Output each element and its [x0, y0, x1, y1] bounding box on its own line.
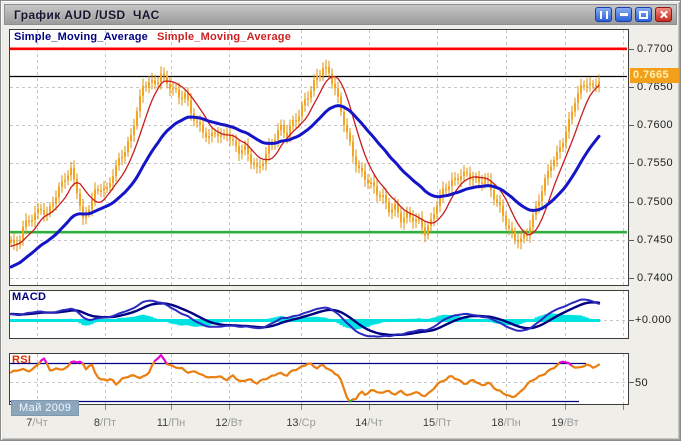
price-tick-label: 0.7500 — [637, 196, 674, 208]
rsi-mid-label: 50 — [635, 377, 649, 389]
macd-zero-label: +0.000 — [635, 314, 672, 326]
price-tick-label: 0.7400 — [637, 272, 674, 284]
date-tick-label: 19/Вт — [551, 417, 579, 429]
rsi-panel-label: RSI — [12, 354, 32, 366]
price-tick-label: 0.7700 — [637, 43, 674, 55]
indicator-legend: Simple_Moving_Average Simple_Moving_Aver… — [14, 31, 291, 43]
legend-sma-slow: Simple_Moving_Average — [14, 31, 149, 43]
legend-sma-fast: Simple_Moving_Average — [157, 31, 292, 43]
price-tick-label: 0.7450 — [637, 234, 674, 246]
date-tick-label: 13/Ср — [286, 417, 316, 429]
current-price-badge: 0.7665 — [630, 68, 679, 83]
price-tick-label: 0.7550 — [637, 157, 674, 169]
month-badge: Май 2009 — [11, 400, 80, 416]
date-tick-label: 14/Чт — [355, 417, 383, 429]
date-tick-label: 15/Пт — [422, 417, 452, 429]
macd-panel-label: MACD — [12, 291, 47, 303]
date-tick-label: 12/Вт — [215, 417, 243, 429]
chart-canvas[interactable] — [1, 1, 681, 441]
date-tick-label: 8/Пт — [93, 417, 117, 429]
date-tick-label: 7/Чт — [26, 417, 48, 429]
date-tick-label: 18/Пн — [491, 417, 521, 429]
date-tick-label: 11/Пн — [156, 417, 186, 429]
chart-window: График AUD /USD ЧАС Simple_Moving_Averag… — [0, 0, 681, 441]
price-tick-label: 0.7600 — [637, 119, 674, 131]
